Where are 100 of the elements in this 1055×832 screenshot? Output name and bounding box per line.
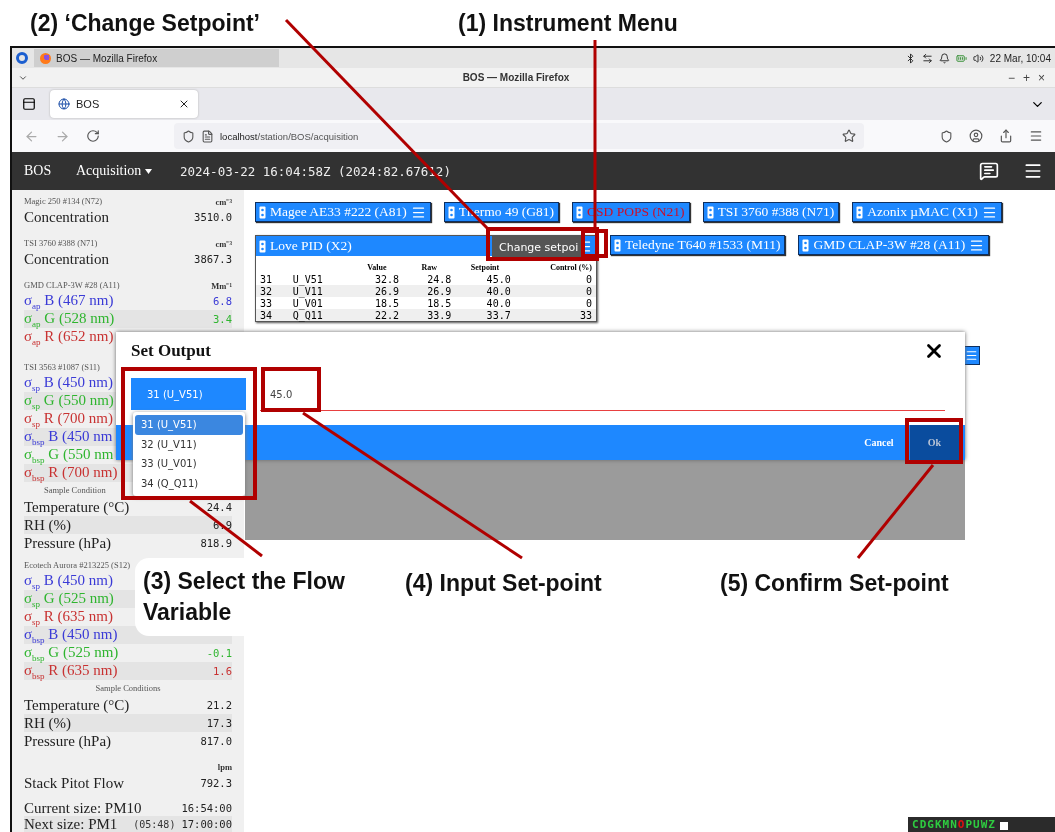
- table-cell: 24.8: [403, 273, 456, 285]
- dialog-title: Set Output: [131, 341, 211, 361]
- measurement-value: 3.4: [213, 313, 232, 325]
- drag-handle-icon[interactable]: [576, 205, 584, 219]
- address-bar[interactable]: localhost/station/BOS/acquisition: [174, 123, 864, 149]
- column-header: Raw: [420, 262, 438, 273]
- annotation-label: (2) ‘Change Setpoint’: [30, 9, 260, 36]
- acquisition-menu[interactable]: Acquisition: [76, 163, 180, 179]
- measurement-value: 21.2: [206, 699, 232, 711]
- menu-icon[interactable]: [1023, 161, 1043, 181]
- globe-icon: [58, 98, 70, 110]
- drag-handle-icon[interactable]: [447, 205, 455, 219]
- bell-icon[interactable]: [938, 52, 950, 64]
- unit-label: cm⁻³: [215, 237, 232, 249]
- measurement-label: σ$_{bsp}$ B (450 nm: [24, 427, 113, 447]
- table-cell: 0: [514, 273, 596, 285]
- app-brand[interactable]: BOS: [24, 163, 76, 179]
- caret-icon: [145, 168, 153, 174]
- drag-handle-icon[interactable]: [706, 205, 714, 219]
- taskbar-label: BOS — Mozilla Firefox: [56, 52, 158, 64]
- table-cell: 0: [514, 285, 596, 297]
- drag-handle-icon[interactable]: [614, 238, 621, 252]
- reload-icon[interactable]: [86, 129, 100, 143]
- ok-button[interactable]: Ok: [909, 425, 959, 460]
- measurement-label: Pressure (hPa): [24, 732, 112, 750]
- volume-icon[interactable]: [972, 52, 984, 64]
- status-letter: C: [912, 818, 919, 831]
- instrument-name: Ecotech Aurora #213225 (S12): [24, 560, 130, 570]
- drag-handle-icon[interactable]: [259, 205, 266, 219]
- shield-icon[interactable]: [182, 129, 195, 143]
- measurement-label: σ$_{sp}$ B (450 nm): [24, 373, 114, 393]
- measurement-label: RH (%): [24, 714, 72, 732]
- status-letter: O: [957, 818, 965, 831]
- table-cell: 26.9: [403, 285, 456, 297]
- unit-label: Mm⁻¹: [211, 279, 232, 291]
- measurement-value: 1.6: [213, 665, 232, 677]
- column-header: Setpoint: [469, 262, 501, 273]
- measurement-label: σ$_{sp}$ G (525 nm): [24, 589, 114, 609]
- table-cell: U_V01: [288, 297, 351, 309]
- table-cell: Q_Q11: [288, 309, 351, 321]
- dropdown-option[interactable]: 33 (U_V01): [135, 454, 243, 474]
- annotation-label: (1) Instrument Menu: [458, 9, 678, 36]
- instrument-name: TSI 3760 #388 (N71): [24, 238, 98, 248]
- tooltip: Change setpoi: [492, 236, 582, 258]
- os-logo-icon[interactable]: [16, 52, 28, 64]
- table-cell: 45.0: [455, 273, 515, 285]
- table-cell: 40.0: [455, 285, 515, 297]
- network-icon[interactable]: [921, 52, 933, 64]
- browser-icon: [40, 52, 51, 64]
- battery-icon[interactable]: [955, 52, 967, 64]
- window-control[interactable]: ×: [1034, 70, 1049, 85]
- tab-list-icon[interactable]: [22, 97, 36, 111]
- clock[interactable]: 22 Mar, 10:04: [989, 52, 1051, 64]
- table-cell: U_V51: [288, 273, 351, 285]
- measurement-label: Concentration: [24, 208, 109, 226]
- measurement-label: σ$_{ap}$ B (467 nm): [24, 291, 114, 311]
- status-letter: U: [973, 818, 980, 831]
- share-icon[interactable]: [999, 129, 1013, 143]
- close-icon[interactable]: [178, 98, 190, 110]
- table-cell: 34: [256, 309, 289, 321]
- status-letter: K: [934, 818, 942, 831]
- measurement-value: 16:54:00: [181, 802, 232, 814]
- measurement-value: 17.3: [206, 717, 232, 729]
- countdown-text: (05:48): [133, 818, 176, 830]
- measurement-value: 3510.0: [194, 211, 232, 223]
- shield-icon[interactable]: [940, 129, 953, 143]
- annotation-label: (5) Confirm Set-point: [720, 569, 950, 598]
- measurement-label: Current size: PM10: [24, 799, 142, 817]
- callout-box: [261, 367, 321, 412]
- dropdown-option[interactable]: 32 (U_V11): [135, 434, 243, 454]
- bookmark-icon[interactable]: [842, 129, 856, 143]
- status-letter: Z: [988, 818, 995, 831]
- column-header: Value: [366, 262, 388, 273]
- measurement-label: σ$_{sp}$ B (450 nm): [24, 571, 114, 591]
- window-control[interactable]: −: [1003, 70, 1019, 85]
- measurement-value: -0.1: [206, 647, 232, 659]
- table-cell: 26.9: [350, 285, 404, 297]
- dropdown-option[interactable]: 34 (Q_Q11): [135, 473, 243, 493]
- measurement-value: 24.4: [206, 501, 232, 513]
- drag-handle-icon[interactable]: [856, 205, 864, 219]
- status-letter: W: [980, 818, 988, 831]
- table-cell: U_V11: [288, 285, 351, 297]
- drag-handle-icon[interactable]: [259, 239, 266, 253]
- table-cell: 22.2: [350, 309, 404, 321]
- column-header: Control (%): [514, 262, 596, 273]
- table-cell: 33.7: [455, 309, 515, 321]
- page-icon: [201, 129, 214, 143]
- measurement-value: 817.0: [200, 735, 232, 747]
- dropdown-option[interactable]: 31 (U_V51): [135, 415, 243, 435]
- status-letter: D: [919, 818, 927, 831]
- table-cell: 32: [256, 285, 289, 297]
- browser-tab[interactable]: BOS: [50, 90, 198, 118]
- measurement-label: Next size: PM1: [24, 815, 118, 832]
- window-control[interactable]: +: [1018, 70, 1034, 85]
- measurement-value: 17:00:00: [181, 818, 232, 830]
- message-icon[interactable]: [979, 161, 999, 181]
- account-icon[interactable]: [969, 129, 983, 143]
- annotation-label: (4) Input Set-point: [405, 569, 603, 598]
- taskbar-button[interactable]: BOS — Mozilla Firefox: [34, 49, 279, 67]
- drag-handle-icon[interactable]: [802, 238, 810, 252]
